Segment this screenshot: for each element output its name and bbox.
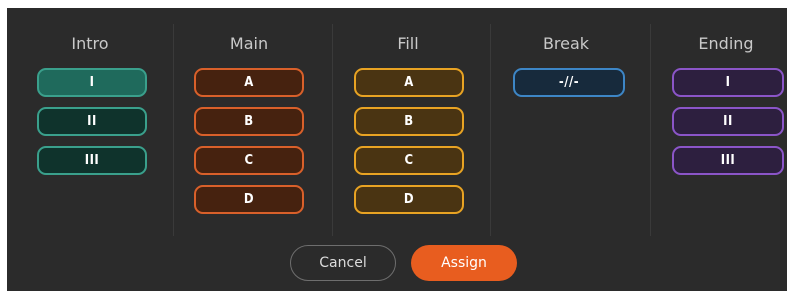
fill-pad-d[interactable]: D xyxy=(354,185,464,214)
break-column: Break -//- xyxy=(491,8,641,238)
intro-pad-3[interactable]: III xyxy=(37,146,147,175)
break-title: Break xyxy=(542,34,590,53)
ending-title: Ending xyxy=(698,34,754,53)
assign-button[interactable]: Assign xyxy=(411,245,517,281)
intro-title: Intro xyxy=(71,34,109,53)
main-pad-b[interactable]: B xyxy=(194,107,304,136)
main-title: Main xyxy=(229,34,269,53)
main-pad-a[interactable]: A xyxy=(194,68,304,97)
intro-pad-2[interactable]: II xyxy=(37,107,147,136)
intro-pad-1[interactable]: I xyxy=(37,68,147,97)
cancel-button[interactable]: Cancel xyxy=(290,245,396,281)
intro-column: Intro I II III xyxy=(15,8,165,238)
assign-style-dialog: Intro I II III Main A B C D Fill A B C D… xyxy=(7,8,787,291)
ending-pad-1[interactable]: I xyxy=(672,68,784,97)
main-pad-c[interactable]: C xyxy=(194,146,304,175)
main-column: Main A B C D xyxy=(174,8,324,238)
fill-title: Fill xyxy=(397,34,419,53)
break-pad[interactable]: -//- xyxy=(513,68,625,97)
main-pad-d[interactable]: D xyxy=(194,185,304,214)
ending-pad-2[interactable]: II xyxy=(672,107,784,136)
ending-column: Ending I II III xyxy=(651,8,787,238)
ending-pad-3[interactable]: III xyxy=(672,146,784,175)
fill-pad-a[interactable]: A xyxy=(354,68,464,97)
fill-column: Fill A B C D xyxy=(333,8,483,238)
fill-pad-b[interactable]: B xyxy=(354,107,464,136)
fill-pad-c[interactable]: C xyxy=(354,146,464,175)
